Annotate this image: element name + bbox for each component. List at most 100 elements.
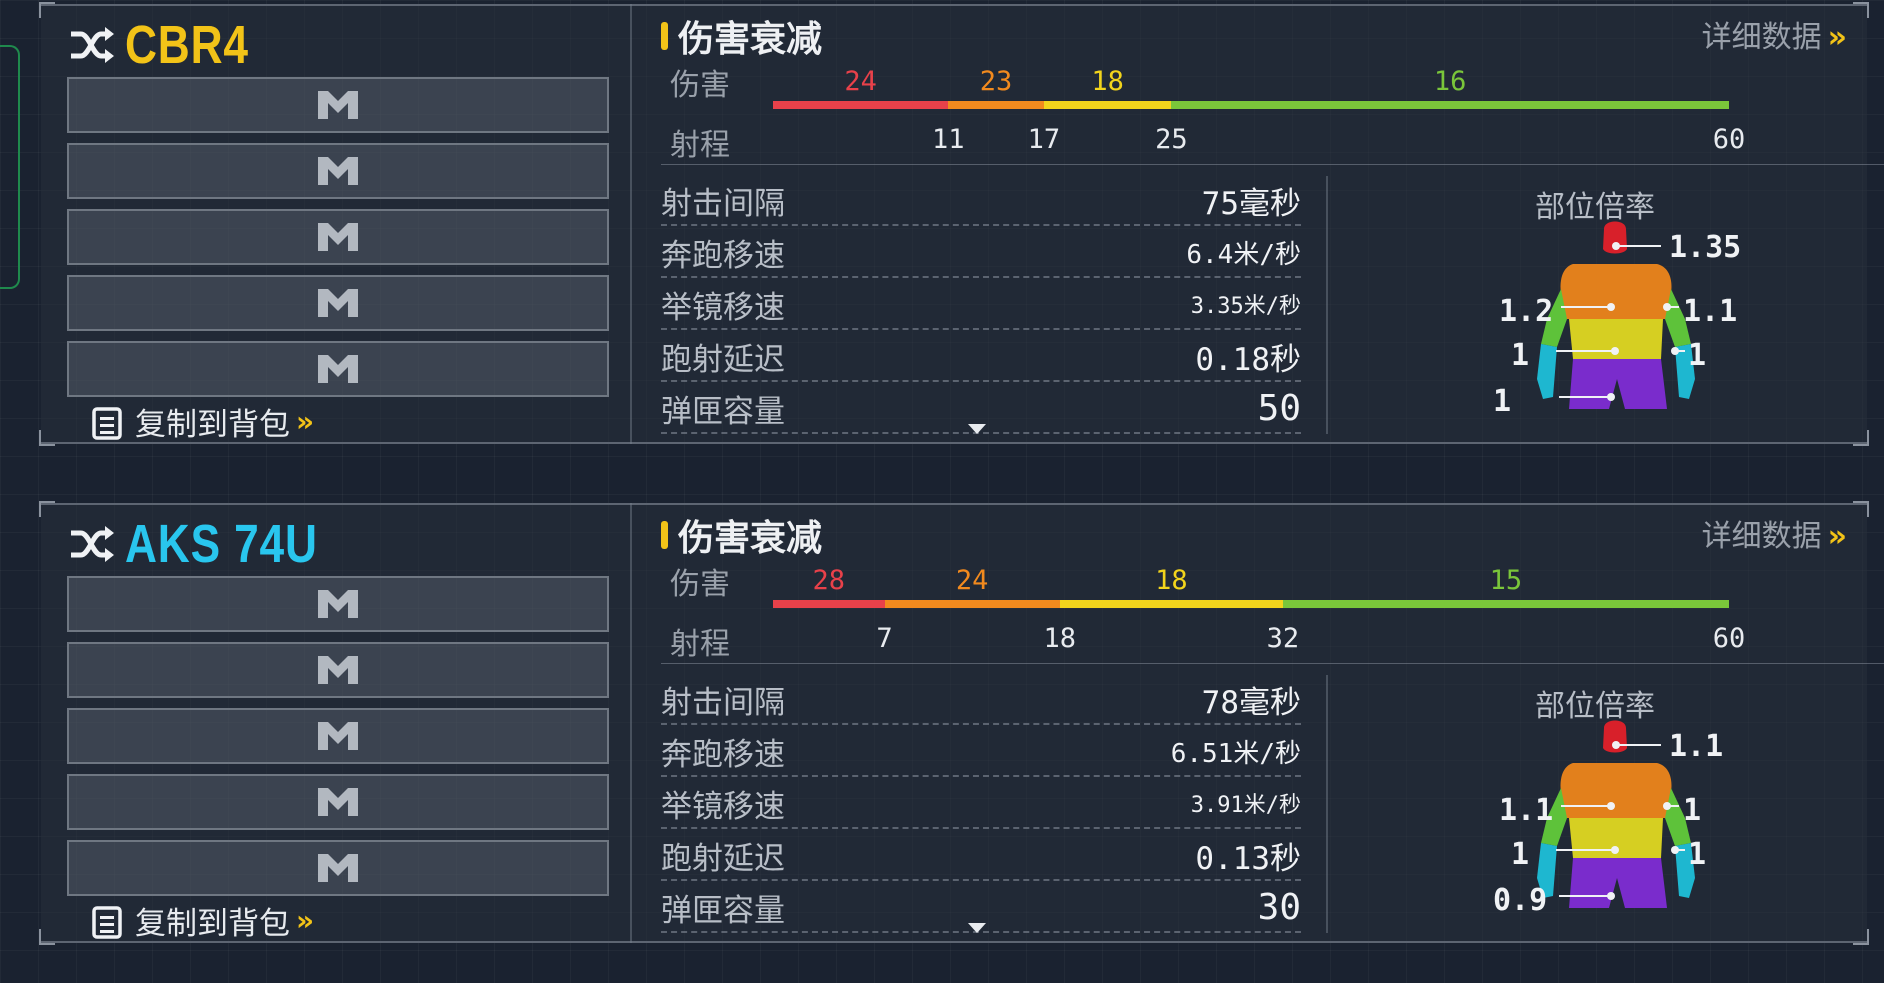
- attachment-slot-icon: [318, 355, 358, 383]
- stat-row: 举镜移速 3.35米/秒: [661, 280, 1301, 330]
- damage-value: 15: [1489, 565, 1523, 596]
- expand-caret-icon[interactable]: [968, 424, 986, 434]
- stat-label: 举镜移速: [661, 788, 785, 825]
- body-chest: [1560, 763, 1672, 818]
- copy-to-backpack-button[interactable]: 复制到背包 »: [91, 898, 314, 943]
- forearm-multiplier: 1: [1688, 338, 1707, 373]
- stat-label: 奔跑移速: [661, 736, 785, 773]
- stat-row: 奔跑移速 6.4米/秒: [661, 228, 1301, 278]
- shuffle-icon[interactable]: [67, 22, 117, 68]
- falloff-segment: [1043, 101, 1172, 109]
- chest-multiplier: 1.1: [1499, 793, 1554, 828]
- damage-value: 23: [979, 66, 1013, 97]
- attachment-slot[interactable]: [67, 774, 609, 830]
- damage-value: 24: [955, 565, 989, 596]
- body-chest: [1560, 264, 1672, 319]
- stat-value: 6.4米/秒: [1186, 239, 1301, 270]
- attachment-slot-icon: [318, 590, 358, 618]
- detail-data-link[interactable]: 详细数据»: [1702, 12, 1848, 56]
- damage-value: 18: [1091, 66, 1124, 97]
- weapon-panel-2: AKS 74U 复制到背包 » 伤害衰减 详细数据» 伤害 射程 射击间隔 78…: [39, 501, 1884, 945]
- upper-arm-multiplier: 1: [1683, 793, 1702, 828]
- attachment-slot-icon: [318, 223, 358, 251]
- stats-list: 射击间隔 78毫秒 奔跑移速 6.51米/秒 举镜移速 3.91米/秒 跑射延迟 0.13秒弹…: [661, 675, 1301, 935]
- damage-row-label: 伤害: [670, 567, 730, 602]
- attachment-slot-icon: [318, 854, 358, 882]
- attachment-slot[interactable]: [67, 642, 609, 698]
- range-value: 17: [1027, 124, 1061, 155]
- double-chevron-icon: »: [296, 405, 314, 438]
- falloff-segment: [773, 600, 885, 608]
- attachment-slot[interactable]: [67, 275, 609, 331]
- range-value: 25: [1155, 124, 1188, 155]
- damage-falloff-title: 伤害衰减: [678, 518, 823, 559]
- range-value: 60: [1712, 623, 1746, 654]
- double-chevron-icon: »: [296, 904, 314, 937]
- stats-list: 射击间隔 75毫秒 奔跑移速 6.4米/秒 举镜移速 3.35米/秒 跑射延迟 0.18秒 弹匣…: [661, 176, 1301, 436]
- stat-row: 射击间隔 78毫秒: [661, 675, 1301, 725]
- weapon-name: AKS 74U: [125, 514, 318, 574]
- stat-row: 奔跑移速 6.51米/秒: [661, 727, 1301, 777]
- accent-bar: [661, 521, 668, 549]
- expand-caret-icon[interactable]: [968, 923, 986, 933]
- attachment-slot[interactable]: [67, 341, 609, 397]
- damage-value: 18: [1155, 565, 1188, 596]
- copy-to-backpack-button[interactable]: 复制到背包 »: [91, 399, 314, 444]
- stat-label: 跑射延迟: [661, 840, 785, 877]
- stat-value: 3.91米/秒: [1190, 793, 1301, 818]
- stat-label: 举镜移速: [661, 289, 785, 326]
- attachment-slot[interactable]: [67, 576, 609, 632]
- damage-falloff-header: 伤害衰减: [661, 509, 822, 561]
- stat-value: 0.18秒: [1195, 341, 1301, 378]
- weapon-title: CBR4: [67, 14, 276, 76]
- attachment-slots: [67, 77, 609, 407]
- upper-arm-multiplier: 1.1: [1683, 294, 1738, 329]
- range-value: 7: [876, 623, 893, 654]
- falloff-segment: [773, 101, 949, 109]
- range-value: 32: [1266, 623, 1300, 654]
- weapon-title: AKS 74U: [67, 513, 360, 575]
- loadout-column: CBR4 复制到背包 »: [41, 4, 631, 444]
- double-chevron-icon: »: [1827, 519, 1848, 554]
- damage-row-label: 伤害: [670, 68, 730, 103]
- falloff-segment: [1059, 600, 1283, 608]
- stat-value: 3.35米/秒: [1190, 294, 1301, 319]
- attachment-slots: [67, 576, 609, 906]
- shuffle-icon[interactable]: [67, 521, 117, 567]
- stat-label: 奔跑移速: [661, 237, 785, 274]
- stat-value: 6.51米/秒: [1170, 738, 1301, 769]
- stat-value: 30: [1257, 886, 1301, 928]
- stat-value: 50: [1257, 387, 1301, 429]
- stomach-multiplier: 1: [1511, 338, 1530, 373]
- forearm-multiplier: 1: [1688, 837, 1707, 872]
- attachment-slot[interactable]: [67, 143, 609, 199]
- attachment-slot[interactable]: [67, 209, 609, 265]
- head-multiplier: 1.1: [1669, 729, 1724, 764]
- attachment-slot-icon: [318, 788, 358, 816]
- attachment-slot[interactable]: [67, 77, 609, 133]
- weapon-panel-1: CBR4 复制到背包 » 伤害衰减 详细数据» 伤害 射程 射击间隔 75毫秒 …: [39, 2, 1884, 446]
- side-tab-edge[interactable]: [0, 45, 20, 289]
- stat-value: 78毫秒: [1201, 684, 1301, 721]
- damage-falloff-title: 伤害衰减: [678, 19, 823, 60]
- attachment-slot[interactable]: [67, 840, 609, 896]
- damage-falloff-bar: [773, 600, 1729, 608]
- stat-label: 射击间隔: [661, 684, 785, 721]
- range-value: 60: [1712, 124, 1746, 155]
- detail-data-link[interactable]: 详细数据»: [1702, 511, 1848, 555]
- damage-value: 24: [844, 66, 877, 97]
- clipboard-icon: [92, 406, 122, 440]
- stat-label: 射击间隔: [661, 185, 785, 222]
- legs-multiplier: 1: [1493, 384, 1512, 419]
- copy-label: 复制到背包: [135, 407, 290, 443]
- clipboard-icon: [92, 905, 122, 939]
- attachment-slot[interactable]: [67, 708, 609, 764]
- range-value: 11: [932, 124, 965, 155]
- falloff-segment: [948, 101, 1044, 109]
- loadout-column: AKS 74U 复制到背包 »: [41, 503, 631, 943]
- stat-label: 弹匣容量: [661, 892, 785, 929]
- attachment-slot-icon: [318, 289, 358, 317]
- damage-value: 28: [812, 565, 846, 596]
- weapon-name: CBR4: [125, 15, 249, 75]
- attachment-slot-icon: [318, 722, 358, 750]
